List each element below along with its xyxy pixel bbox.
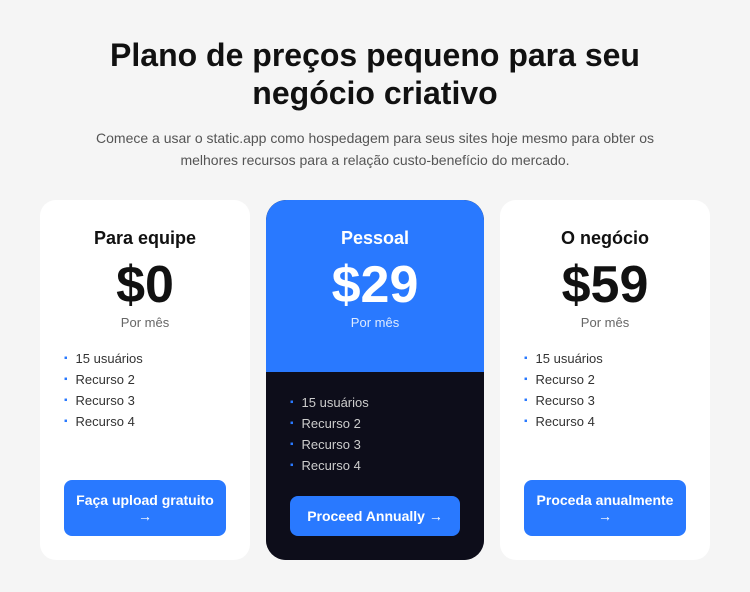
card-equipe-features: 15 usuários Recurso 2 Recurso 3 Recurso … bbox=[64, 348, 226, 460]
list-item: 15 usuários bbox=[524, 348, 686, 369]
pricing-cards: Para equipe $0 Por mês 15 usuários Recur… bbox=[40, 200, 710, 560]
card-pessoal-price: $29 bbox=[332, 259, 419, 311]
list-item: Recurso 3 bbox=[64, 390, 226, 411]
list-item: Recurso 4 bbox=[64, 411, 226, 432]
card-pessoal: Pessoal $29 Por mês 15 usuários Recurso … bbox=[266, 200, 484, 560]
card-negocio: O negócio $59 Por mês 15 usuários Recurs… bbox=[500, 200, 710, 560]
list-item: Recurso 4 bbox=[290, 455, 460, 476]
list-item: Recurso 3 bbox=[524, 390, 686, 411]
card-pessoal-button[interactable]: Proceed Annually → bbox=[290, 496, 460, 536]
card-pessoal-top: Pessoal $29 Por mês bbox=[266, 200, 484, 372]
card-pessoal-title: Pessoal bbox=[341, 228, 409, 249]
card-pessoal-period: Por mês bbox=[351, 315, 399, 330]
card-equipe-button[interactable]: Faça upload gratuito → bbox=[64, 480, 226, 536]
list-item: Recurso 3 bbox=[290, 434, 460, 455]
card-negocio-button[interactable]: Proceda anualmente → bbox=[524, 480, 686, 536]
card-equipe: Para equipe $0 Por mês 15 usuários Recur… bbox=[40, 200, 250, 560]
list-item: 15 usuários bbox=[290, 392, 460, 413]
card-negocio-price: $59 bbox=[562, 259, 649, 311]
list-item: Recurso 2 bbox=[524, 369, 686, 390]
card-equipe-period: Por mês bbox=[121, 315, 169, 330]
card-equipe-title: Para equipe bbox=[94, 228, 196, 249]
page-title: Plano de preços pequeno para seu negócio… bbox=[95, 36, 655, 113]
card-negocio-period: Por mês bbox=[581, 315, 629, 330]
page-subtitle: Comece a usar o static.app como hospedag… bbox=[95, 127, 655, 172]
card-negocio-title: O negócio bbox=[561, 228, 649, 249]
card-negocio-features: 15 usuários Recurso 2 Recurso 3 Recurso … bbox=[524, 348, 686, 460]
card-equipe-price: $0 bbox=[116, 259, 174, 311]
card-pessoal-features: 15 usuários Recurso 2 Recurso 3 Recurso … bbox=[290, 392, 460, 476]
page-header: Plano de preços pequeno para seu negócio… bbox=[95, 36, 655, 172]
list-item: Recurso 2 bbox=[64, 369, 226, 390]
list-item: 15 usuários bbox=[64, 348, 226, 369]
list-item: Recurso 2 bbox=[290, 413, 460, 434]
card-pessoal-bottom: 15 usuários Recurso 2 Recurso 3 Recurso … bbox=[266, 372, 484, 560]
list-item: Recurso 4 bbox=[524, 411, 686, 432]
